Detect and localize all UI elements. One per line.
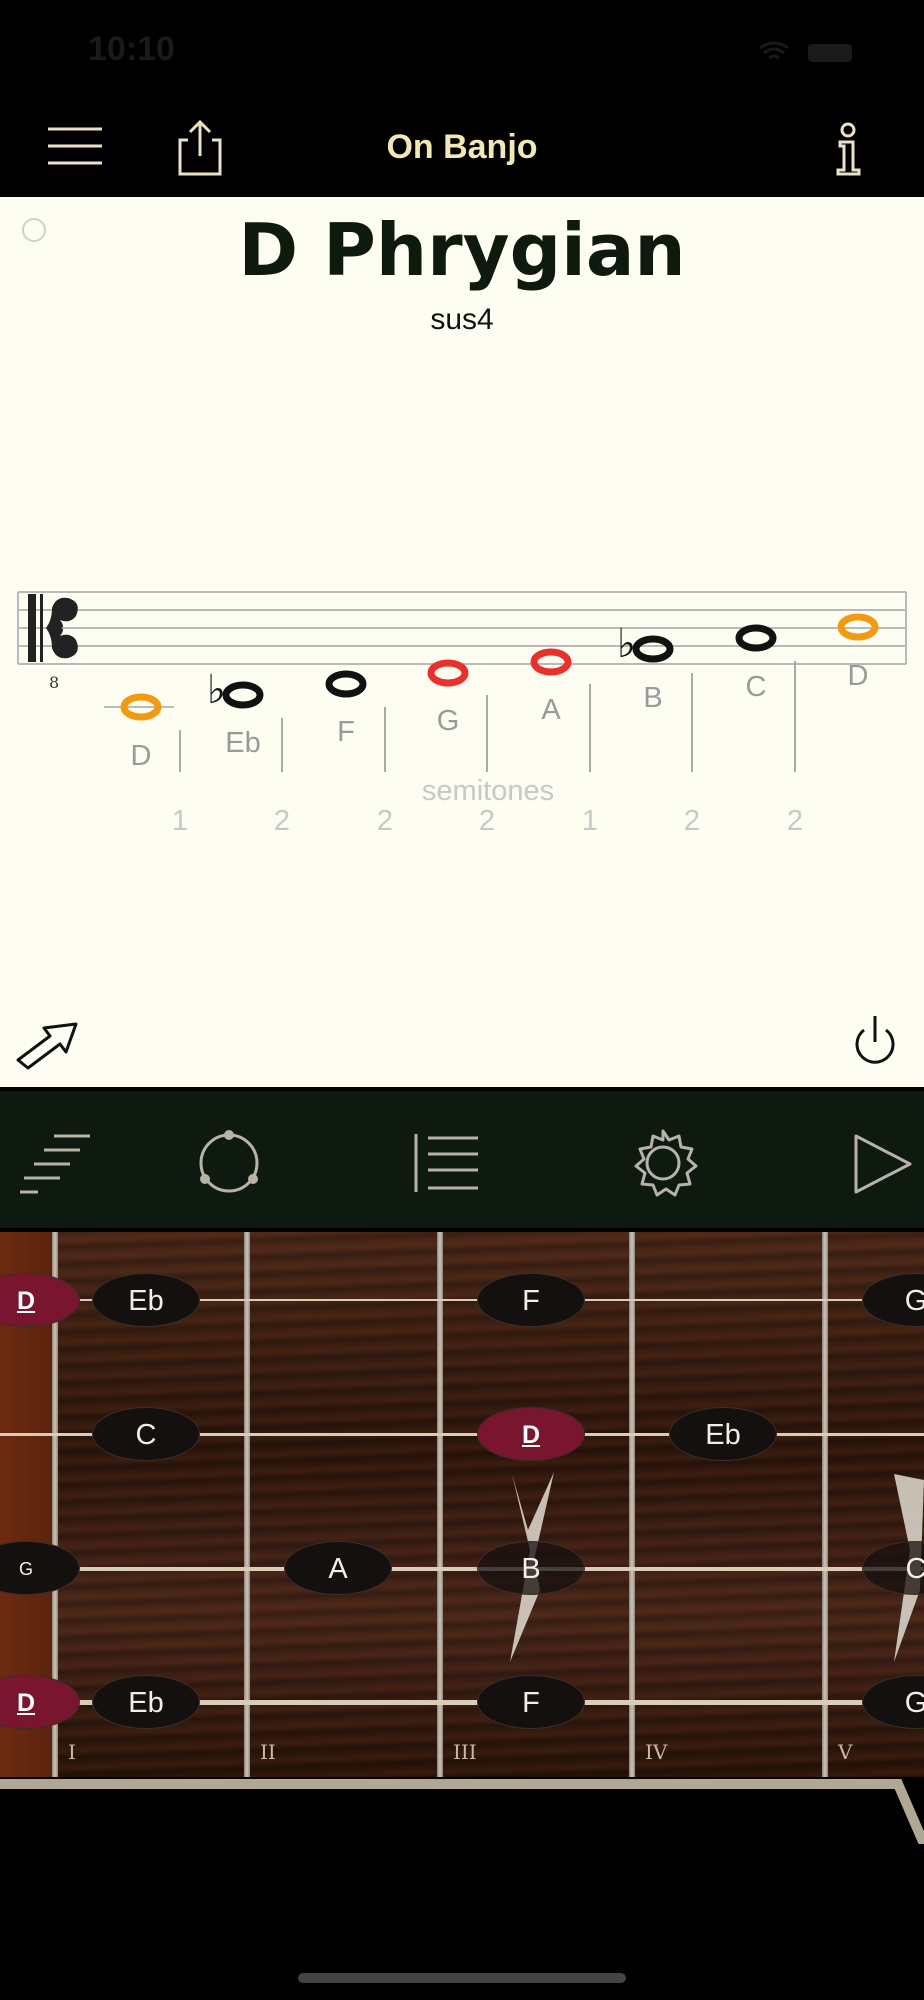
note-string4-fret3[interactable]: F bbox=[477, 1675, 585, 1729]
staff-note bbox=[530, 648, 572, 676]
staff-note bbox=[325, 670, 367, 698]
staff-lines bbox=[17, 591, 907, 665]
expand-arrow-icon bbox=[16, 1022, 78, 1070]
flat-accidental: ♭ bbox=[617, 621, 636, 667]
scale-title: D Phrygian bbox=[238, 208, 686, 292]
note-label: F bbox=[337, 716, 355, 748]
fret-3 bbox=[629, 1232, 635, 1777]
instrument-edge bbox=[0, 1779, 924, 1844]
note-string4-fret1[interactable]: Eb bbox=[92, 1675, 200, 1729]
note-string2-fret1[interactable]: C bbox=[92, 1407, 200, 1461]
svg-text:8: 8 bbox=[49, 673, 59, 692]
status-time: 10:10 bbox=[88, 30, 175, 68]
note-label: D bbox=[848, 660, 869, 692]
circle-of-fifths-button[interactable] bbox=[196, 1130, 262, 1196]
nav-title: On Banjo bbox=[386, 128, 538, 166]
note-label: D bbox=[131, 740, 152, 772]
settings-button[interactable] bbox=[628, 1128, 698, 1198]
semitone-value: 2 bbox=[684, 805, 700, 837]
staff-note bbox=[632, 635, 674, 663]
note-string2-fret4[interactable]: Eb bbox=[669, 1407, 777, 1461]
string-3 bbox=[0, 1567, 924, 1571]
note-string3-fret3[interactable]: B bbox=[477, 1541, 585, 1595]
staff-note bbox=[222, 681, 264, 709]
note-string1-fret1[interactable]: Eb bbox=[92, 1273, 200, 1327]
note-label: G bbox=[437, 705, 460, 737]
note-label: C bbox=[746, 671, 767, 703]
semitone-value: 2 bbox=[274, 805, 290, 837]
circle-icon bbox=[199, 1130, 259, 1193]
fret-number: I bbox=[68, 1740, 76, 1764]
fret-number: IV bbox=[645, 1740, 668, 1764]
info-icon bbox=[836, 122, 861, 176]
semitone-value: 2 bbox=[377, 805, 393, 837]
semitone-value: 2 bbox=[479, 805, 495, 837]
note-label: A bbox=[541, 694, 561, 726]
flat-accidental: ♭ bbox=[207, 667, 226, 713]
note-string2-fret3[interactable]: D bbox=[477, 1407, 585, 1461]
battery-icon bbox=[808, 44, 852, 62]
semitone-value: 2 bbox=[787, 805, 803, 837]
scales-button[interactable] bbox=[18, 1130, 96, 1196]
wifi-icon bbox=[759, 41, 789, 60]
fret-1 bbox=[244, 1232, 250, 1777]
semitones-label: semitones bbox=[422, 775, 554, 807]
list-button[interactable] bbox=[410, 1132, 480, 1194]
fret-number: III bbox=[453, 1740, 477, 1764]
fret-2 bbox=[437, 1232, 443, 1777]
staff-note bbox=[735, 624, 777, 652]
semitone-value: 1 bbox=[582, 805, 598, 837]
staff-notation: 8 D♭Eb F G A♭B C D semitones 1222122 bbox=[17, 591, 907, 837]
note-string1-fret3[interactable]: F bbox=[477, 1273, 585, 1327]
info-button[interactable] bbox=[826, 122, 870, 176]
play-button[interactable] bbox=[850, 1132, 916, 1196]
power-button[interactable] bbox=[850, 1012, 900, 1068]
scale-subtitle: sus4 bbox=[430, 303, 494, 336]
clef-icon: 8 bbox=[28, 594, 78, 692]
note-label: B bbox=[643, 682, 662, 714]
fret-4 bbox=[822, 1232, 828, 1777]
note-string3-fret2[interactable]: A bbox=[284, 1541, 392, 1595]
scales-icon bbox=[20, 1134, 90, 1194]
note-label: Eb bbox=[225, 727, 260, 759]
expand-button[interactable] bbox=[14, 1018, 84, 1070]
staff-note bbox=[427, 659, 469, 687]
play-icon bbox=[854, 1134, 912, 1194]
list-icon bbox=[414, 1134, 478, 1192]
power-icon bbox=[855, 1016, 895, 1064]
semitone-value: 1 bbox=[172, 805, 188, 837]
gear-icon bbox=[634, 1129, 698, 1197]
fret-number: II bbox=[260, 1740, 276, 1764]
home-indicator[interactable] bbox=[298, 1973, 626, 1983]
status-icons bbox=[759, 41, 852, 62]
fret-number: V bbox=[838, 1740, 853, 1764]
